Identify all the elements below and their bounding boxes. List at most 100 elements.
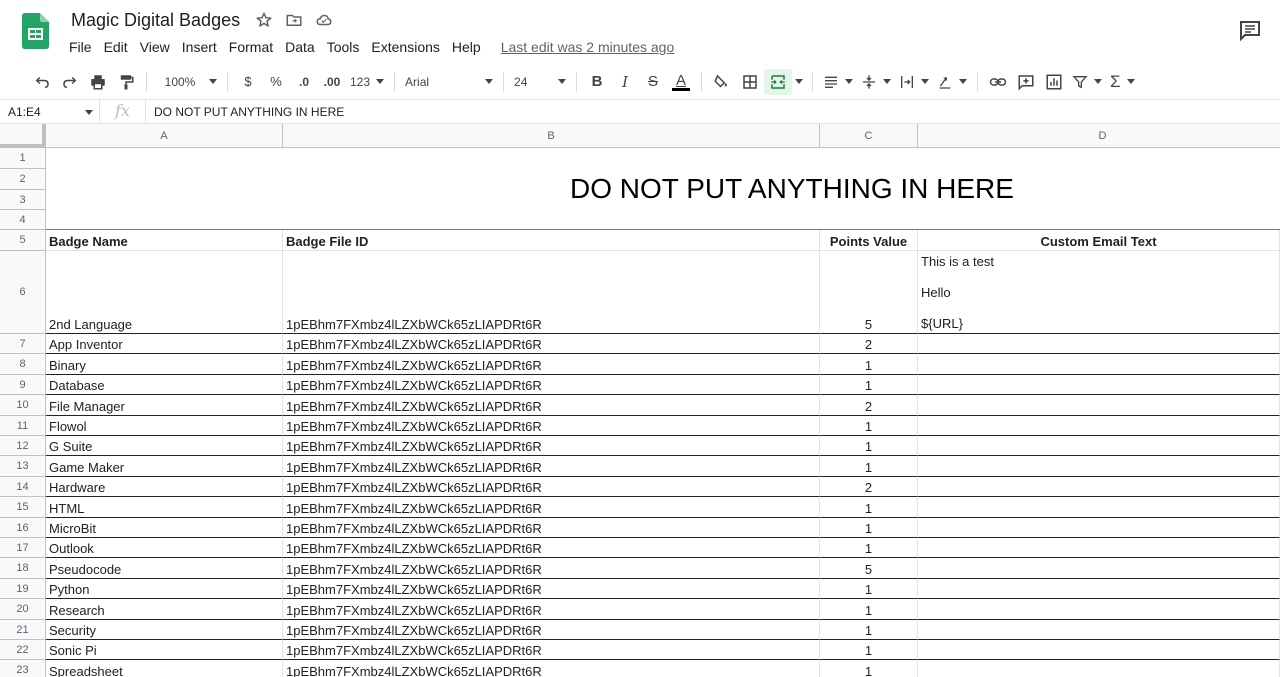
italic-button[interactable]: I <box>611 69 639 95</box>
cell-custom-email-text[interactable] <box>918 538 1280 558</box>
cell-badge-name[interactable]: Security <box>46 620 283 640</box>
cell-badge-name[interactable]: Game Maker <box>46 456 283 477</box>
row-header[interactable]: 8 <box>0 354 46 375</box>
zoom-select[interactable]: 100% <box>153 69 221 95</box>
cell-badge-file-id[interactable]: 1pEBhm7FXmbz4lLZXbWCk65zLIAPDRt6R <box>283 538 820 558</box>
font-size-select[interactable]: 24 <box>510 69 570 95</box>
menu-extensions[interactable]: Extensions <box>365 38 445 56</box>
cell-custom-email-text[interactable] <box>918 640 1280 660</box>
cell-custom-email-text[interactable] <box>918 518 1280 538</box>
cell-badge-file-id[interactable]: 1pEBhm7FXmbz4lLZXbWCk65zLIAPDRt6R <box>283 477 820 497</box>
column-header-d[interactable]: D <box>918 124 1280 148</box>
row-header[interactable]: 4 <box>0 210 46 230</box>
cell-points-value[interactable]: 1 <box>820 456 918 477</box>
cell-points-value[interactable]: 1 <box>820 579 918 599</box>
row-header[interactable]: 6 <box>0 251 46 334</box>
more-formats-select[interactable]: 123 <box>346 69 388 95</box>
row-header[interactable]: 3 <box>0 190 46 210</box>
undo-icon[interactable] <box>28 69 56 95</box>
cell-badge-name[interactable]: Spreadsheet <box>46 660 283 677</box>
cell-badge-file-id[interactable]: 1pEBhm7FXmbz4lLZXbWCk65zLIAPDRt6R <box>283 640 820 660</box>
cell-badge-name[interactable]: App Inventor <box>46 334 283 354</box>
cell-points-value[interactable]: 1 <box>820 538 918 558</box>
cell-points-value[interactable]: 2 <box>820 395 918 416</box>
cell-badge-file-id[interactable]: 1pEBhm7FXmbz4lLZXbWCk65zLIAPDRt6R <box>283 660 820 677</box>
folder-move-icon[interactable] <box>284 10 304 30</box>
star-icon[interactable] <box>254 10 274 30</box>
row-header[interactable]: 15 <box>0 497 46 518</box>
cell-custom-email-text[interactable]: This is a test Hello ${URL} <box>918 251 1280 334</box>
menu-tools[interactable]: Tools <box>321 38 366 56</box>
vertical-align-icon[interactable] <box>857 69 895 95</box>
formula-input[interactable]: DO NOT PUT ANYTHING IN HERE <box>146 105 344 119</box>
borders-icon[interactable] <box>736 69 764 95</box>
cell-badge-name[interactable]: Flowol <box>46 416 283 436</box>
cell-badge-name[interactable]: G Suite <box>46 436 283 456</box>
cell-badge-file-id[interactable]: 1pEBhm7FXmbz4lLZXbWCk65zLIAPDRt6R <box>283 416 820 436</box>
cell-badge-name[interactable]: Sonic Pi <box>46 640 283 660</box>
cell-badge-file-id[interactable]: 1pEBhm7FXmbz4lLZXbWCk65zLIAPDRt6R <box>283 558 820 579</box>
cell-badge-name[interactable]: MicroBit <box>46 518 283 538</box>
fill-color-icon[interactable] <box>708 69 736 95</box>
row-header[interactable]: 9 <box>0 375 46 395</box>
row-header[interactable]: 19 <box>0 579 46 599</box>
last-edit-link[interactable]: Last edit was 2 minutes ago <box>501 38 675 56</box>
cell-points-value[interactable]: 1 <box>820 416 918 436</box>
insert-chart-icon[interactable] <box>1040 69 1068 95</box>
decrease-decimal-button[interactable]: .0 <box>290 69 318 95</box>
header-badge-file-id[interactable]: Badge File ID <box>283 230 820 251</box>
row-header[interactable]: 16 <box>0 518 46 538</box>
cell-points-value[interactable]: 1 <box>820 375 918 395</box>
column-header-c[interactable]: C <box>820 124 918 148</box>
horizontal-align-icon[interactable] <box>819 69 857 95</box>
cell-custom-email-text[interactable] <box>918 620 1280 640</box>
cell-custom-email-text[interactable] <box>918 436 1280 456</box>
row-header[interactable]: 23 <box>0 660 46 677</box>
row-header[interactable]: 18 <box>0 558 46 579</box>
cell-custom-email-text[interactable] <box>918 456 1280 477</box>
cell-badge-file-id[interactable]: 1pEBhm7FXmbz4lLZXbWCk65zLIAPDRt6R <box>283 620 820 640</box>
cell-points-value[interactable]: 1 <box>820 497 918 518</box>
select-all-corner[interactable] <box>0 124 46 148</box>
row-header[interactable]: 14 <box>0 477 46 497</box>
row-header[interactable]: 12 <box>0 436 46 456</box>
cell-badge-file-id[interactable]: 1pEBhm7FXmbz4lLZXbWCk65zLIAPDRt6R <box>283 354 820 375</box>
menu-file[interactable]: File <box>63 38 98 56</box>
cell-points-value[interactable]: 1 <box>820 620 918 640</box>
cell-badge-file-id[interactable]: 1pEBhm7FXmbz4lLZXbWCk65zLIAPDRt6R <box>283 334 820 354</box>
menu-data[interactable]: Data <box>279 38 321 56</box>
cell-badge-file-id[interactable]: 1pEBhm7FXmbz4lLZXbWCk65zLIAPDRt6R <box>283 436 820 456</box>
cell-badge-file-id[interactable]: 1pEBhm7FXmbz4lLZXbWCk65zLIAPDRt6R <box>283 251 820 334</box>
row-header[interactable]: 21 <box>0 620 46 640</box>
cell-badge-name[interactable]: Outlook <box>46 538 283 558</box>
cell-badge-name[interactable]: Binary <box>46 354 283 375</box>
cell-custom-email-text[interactable] <box>918 579 1280 599</box>
document-title[interactable]: Magic Digital Badges <box>71 10 240 31</box>
name-box[interactable]: A1:E4 <box>0 99 100 124</box>
cell-custom-email-text[interactable] <box>918 395 1280 416</box>
paint-format-icon[interactable] <box>112 69 140 95</box>
cell-points-value[interactable]: 1 <box>820 518 918 538</box>
merged-title-cell[interactable]: DO NOT PUT ANYTHING IN HERE <box>46 148 1280 230</box>
increase-decimal-button[interactable]: .00 <box>318 69 346 95</box>
row-header[interactable]: 20 <box>0 599 46 620</box>
cell-badge-file-id[interactable]: 1pEBhm7FXmbz4lLZXbWCk65zLIAPDRt6R <box>283 599 820 620</box>
strikethrough-button[interactable]: S <box>639 69 667 95</box>
row-header[interactable]: 10 <box>0 395 46 416</box>
cell-badge-file-id[interactable]: 1pEBhm7FXmbz4lLZXbWCk65zLIAPDRt6R <box>283 579 820 599</box>
cell-badge-file-id[interactable]: 1pEBhm7FXmbz4lLZXbWCk65zLIAPDRt6R <box>283 395 820 416</box>
sheets-logo-icon[interactable] <box>22 13 49 49</box>
cell-points-value[interactable]: 1 <box>820 660 918 677</box>
cell-badge-name[interactable]: Pseudocode <box>46 558 283 579</box>
header-custom-email-text[interactable]: Custom Email Text <box>918 230 1280 251</box>
menu-help[interactable]: Help <box>446 38 487 56</box>
cell-custom-email-text[interactable] <box>918 558 1280 579</box>
cell-points-value[interactable]: 1 <box>820 640 918 660</box>
redo-icon[interactable] <box>56 69 84 95</box>
row-header[interactable]: 2 <box>0 169 46 190</box>
row-header[interactable]: 11 <box>0 416 46 436</box>
cell-custom-email-text[interactable] <box>918 497 1280 518</box>
cell-badge-name[interactable]: HTML <box>46 497 283 518</box>
bold-button[interactable]: B <box>583 69 611 95</box>
cell-badge-name[interactable]: 2nd Language <box>46 251 283 334</box>
